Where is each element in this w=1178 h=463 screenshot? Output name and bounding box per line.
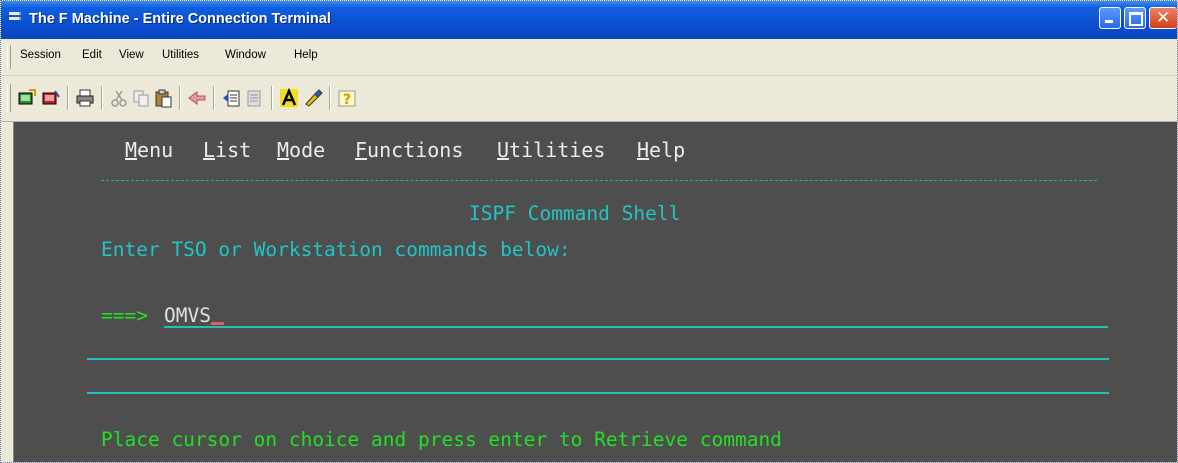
- upload-icon[interactable]: [221, 88, 241, 108]
- menu-separator-line: [101, 180, 1097, 181]
- color-icon[interactable]: [303, 88, 323, 108]
- menu-bar: Session Edit View Utilities Window Help: [1, 39, 1177, 76]
- toolbar-separator: [101, 86, 103, 110]
- toolbar-separator: [271, 86, 273, 110]
- menu-utilities[interactable]: Utilities: [162, 49, 199, 61]
- maximize-icon: [1129, 12, 1143, 26]
- toolbar-separator: [329, 86, 331, 110]
- terminal-window: The F Machine - Entire Connection Termin…: [0, 0, 1178, 463]
- instruction-text: Enter TSO or Workstation commands below:: [101, 238, 571, 261]
- minimize-icon: [1105, 20, 1113, 23]
- toolbar-grip[interactable]: [7, 84, 11, 112]
- input-line-3[interactable]: [87, 392, 1109, 394]
- download-icon[interactable]: [245, 88, 265, 108]
- close-icon: ✕: [1156, 8, 1171, 28]
- app-icon: [9, 12, 21, 26]
- disconnect-icon[interactable]: [41, 88, 61, 108]
- toolbar-separator: [67, 86, 69, 110]
- command-input[interactable]: OMVS: [164, 304, 1108, 328]
- screen-heading: ISPF Command Shell: [469, 202, 681, 225]
- font-icon[interactable]: [279, 88, 299, 108]
- cut-icon[interactable]: [109, 88, 129, 108]
- menu-window[interactable]: Window: [225, 49, 266, 61]
- menubar-grip[interactable]: [7, 45, 11, 69]
- menu-edit[interactable]: Edit: [82, 49, 102, 61]
- terminal-menu-functions[interactable]: Functions: [355, 138, 463, 162]
- transfer-icon[interactable]: [187, 88, 207, 108]
- print-icon[interactable]: [75, 88, 95, 108]
- title-bar[interactable]: The F Machine - Entire Connection Termin…: [1, 1, 1177, 39]
- text-cursor: [210, 322, 224, 325]
- toolbar: ?: [1, 76, 1177, 122]
- command-prompt: ===>: [101, 304, 148, 327]
- terminal-menu-list[interactable]: List: [203, 138, 251, 162]
- svg-text:?: ?: [343, 92, 351, 108]
- toolbar-separator: [179, 86, 181, 110]
- close-button[interactable]: ✕: [1149, 7, 1177, 29]
- input-line-2[interactable]: [87, 358, 1109, 360]
- copy-icon[interactable]: [131, 88, 151, 108]
- menu-session[interactable]: Session: [20, 49, 61, 61]
- menu-help[interactable]: Help: [294, 49, 318, 61]
- minimize-button[interactable]: [1099, 7, 1121, 29]
- paste-icon[interactable]: [153, 88, 173, 108]
- terminal-menu-mode[interactable]: Mode: [277, 138, 325, 162]
- maximize-button[interactable]: [1124, 7, 1146, 29]
- help-icon[interactable]: ?: [337, 88, 357, 108]
- terminal-left-border: [1, 122, 14, 462]
- terminal-menu-utilities[interactable]: Utilities: [497, 138, 605, 162]
- command-value: OMVS: [164, 304, 211, 327]
- terminal-screen[interactable]: Menu List Mode Functions Utilities Help …: [1, 122, 1177, 462]
- terminal-menu-menu[interactable]: Menu: [125, 138, 173, 162]
- menu-view[interactable]: View: [119, 49, 144, 61]
- terminal-menu-help[interactable]: Help: [637, 138, 685, 162]
- window-title: The F Machine - Entire Connection Termin…: [29, 11, 331, 27]
- connect-icon[interactable]: [17, 88, 37, 108]
- footer-text: Place cursor on choice and press enter t…: [101, 428, 782, 451]
- toolbar-separator: [213, 86, 215, 110]
